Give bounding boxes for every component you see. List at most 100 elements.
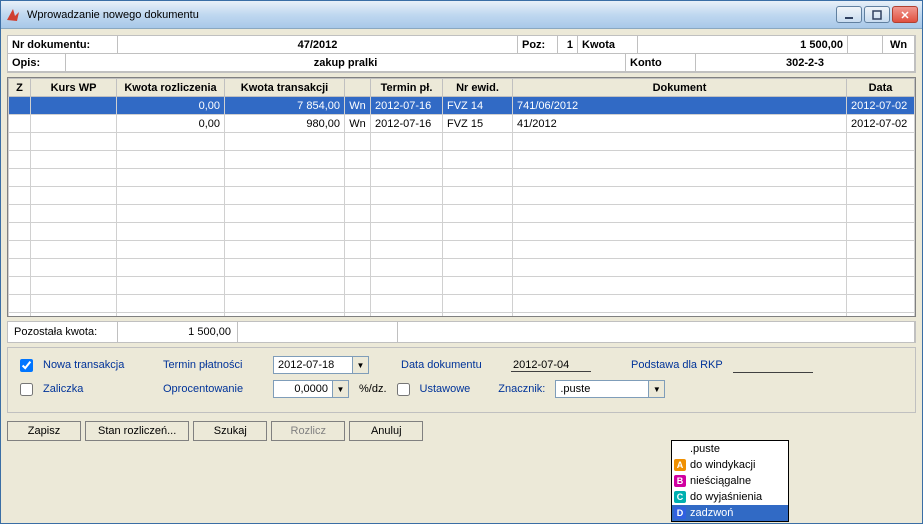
table-cell[interactable] <box>513 295 847 313</box>
anuluj-button[interactable]: Anuluj <box>349 421 423 441</box>
table-row[interactable] <box>9 169 915 187</box>
table-cell[interactable] <box>371 277 443 295</box>
table-cell[interactable] <box>31 295 117 313</box>
table-cell[interactable] <box>371 295 443 313</box>
szukaj-button[interactable]: Szukaj <box>193 421 267 441</box>
table-cell[interactable] <box>443 223 513 241</box>
podstawa-input[interactable] <box>733 357 813 373</box>
dropdown-item[interactable]: Bnieściągalne <box>672 473 788 489</box>
table-cell[interactable] <box>9 205 31 223</box>
table-cell[interactable] <box>31 259 117 277</box>
table-cell[interactable] <box>9 97 31 115</box>
table-cell[interactable] <box>847 133 915 151</box>
table-cell[interactable] <box>31 97 117 115</box>
table-cell[interactable] <box>345 223 371 241</box>
table-cell[interactable] <box>9 187 31 205</box>
table-cell[interactable] <box>9 133 31 151</box>
table-cell[interactable] <box>345 295 371 313</box>
table-cell[interactable] <box>225 223 345 241</box>
table-cell[interactable] <box>847 151 915 169</box>
table-cell[interactable] <box>847 187 915 205</box>
table-cell[interactable] <box>345 187 371 205</box>
table-cell[interactable] <box>513 169 847 187</box>
table-row[interactable]: 0,007 854,00Wn2012-07-16FVZ 14741/06/201… <box>9 97 915 115</box>
table-cell[interactable] <box>371 313 443 318</box>
table-cell[interactable] <box>443 187 513 205</box>
table-cell[interactable] <box>345 277 371 295</box>
table-cell[interactable] <box>225 259 345 277</box>
table-cell[interactable] <box>345 133 371 151</box>
maximize-button[interactable] <box>864 6 890 23</box>
col-termin-pl[interactable]: Termin pł. <box>371 79 443 97</box>
stan-rozliczen-button[interactable]: Stan rozliczeń... <box>85 421 189 441</box>
table-cell[interactable] <box>345 169 371 187</box>
table-cell[interactable] <box>31 241 117 259</box>
table-row[interactable]: 0,00980,00Wn2012-07-16FVZ 1541/20122012-… <box>9 115 915 133</box>
table-cell[interactable]: 2012-07-02 <box>847 115 915 133</box>
table-cell[interactable] <box>513 241 847 259</box>
table[interactable]: Z Kurs WP Kwota rozliczenia Kwota transa… <box>7 77 916 317</box>
table-cell[interactable] <box>117 187 225 205</box>
table-cell[interactable] <box>225 295 345 313</box>
table-cell[interactable] <box>371 241 443 259</box>
table-cell[interactable] <box>847 295 915 313</box>
table-cell[interactable] <box>513 133 847 151</box>
table-row[interactable] <box>9 313 915 318</box>
table-row[interactable] <box>9 295 915 313</box>
minimize-button[interactable] <box>836 6 862 23</box>
ustawowe-checkbox[interactable] <box>397 383 410 396</box>
table-cell[interactable] <box>9 223 31 241</box>
table-cell[interactable] <box>847 205 915 223</box>
table-row[interactable] <box>9 277 915 295</box>
table-row[interactable] <box>9 223 915 241</box>
znacznik-dropdown-list[interactable]: .pusteAdo windykacjiBnieściągalneCdo wyj… <box>671 440 789 522</box>
table-cell[interactable] <box>31 115 117 133</box>
table-cell[interactable] <box>31 277 117 295</box>
data-dok-value[interactable]: 2012-07-04 <box>511 359 591 372</box>
table-cell[interactable] <box>443 205 513 223</box>
table-cell[interactable]: FVZ 14 <box>443 97 513 115</box>
col-dokument[interactable]: Dokument <box>513 79 847 97</box>
table-cell[interactable] <box>443 313 513 318</box>
table-row[interactable] <box>9 187 915 205</box>
table-cell[interactable] <box>513 313 847 318</box>
table-cell[interactable]: 2012-07-16 <box>371 115 443 133</box>
col-nr-ewid[interactable]: Nr ewid. <box>443 79 513 97</box>
table-cell[interactable] <box>847 241 915 259</box>
table-cell[interactable] <box>225 133 345 151</box>
table-cell[interactable]: 980,00 <box>225 115 345 133</box>
table-cell[interactable] <box>225 151 345 169</box>
table-cell[interactable]: FVZ 15 <box>443 115 513 133</box>
table-cell[interactable] <box>443 169 513 187</box>
table-cell[interactable] <box>31 187 117 205</box>
table-cell[interactable]: Wn <box>345 115 371 133</box>
table-cell[interactable]: 41/2012 <box>513 115 847 133</box>
table-cell[interactable] <box>9 259 31 277</box>
close-button[interactable] <box>892 6 918 23</box>
col-kwota-rozl[interactable]: Kwota rozliczenia <box>117 79 225 97</box>
table-cell[interactable]: 0,00 <box>117 115 225 133</box>
col-z[interactable]: Z <box>9 79 31 97</box>
table-cell[interactable] <box>371 205 443 223</box>
zaliczka-checkbox[interactable] <box>20 383 33 396</box>
table-cell[interactable] <box>513 259 847 277</box>
table-cell[interactable] <box>371 133 443 151</box>
table-cell[interactable] <box>225 313 345 318</box>
table-cell[interactable] <box>225 277 345 295</box>
table-cell[interactable] <box>31 133 117 151</box>
table-cell[interactable] <box>443 277 513 295</box>
table-row[interactable] <box>9 133 915 151</box>
table-cell[interactable] <box>31 223 117 241</box>
table-cell[interactable] <box>117 151 225 169</box>
table-cell[interactable] <box>9 169 31 187</box>
table-cell[interactable] <box>371 151 443 169</box>
table-cell[interactable] <box>117 313 225 318</box>
table-cell[interactable] <box>225 241 345 259</box>
table-cell[interactable] <box>225 169 345 187</box>
table-cell[interactable] <box>31 205 117 223</box>
table-cell[interactable] <box>31 151 117 169</box>
table-cell[interactable]: 2012-07-16 <box>371 97 443 115</box>
table-row[interactable] <box>9 151 915 169</box>
table-cell[interactable] <box>847 223 915 241</box>
nowa-transakcja-checkbox[interactable] <box>20 359 33 372</box>
